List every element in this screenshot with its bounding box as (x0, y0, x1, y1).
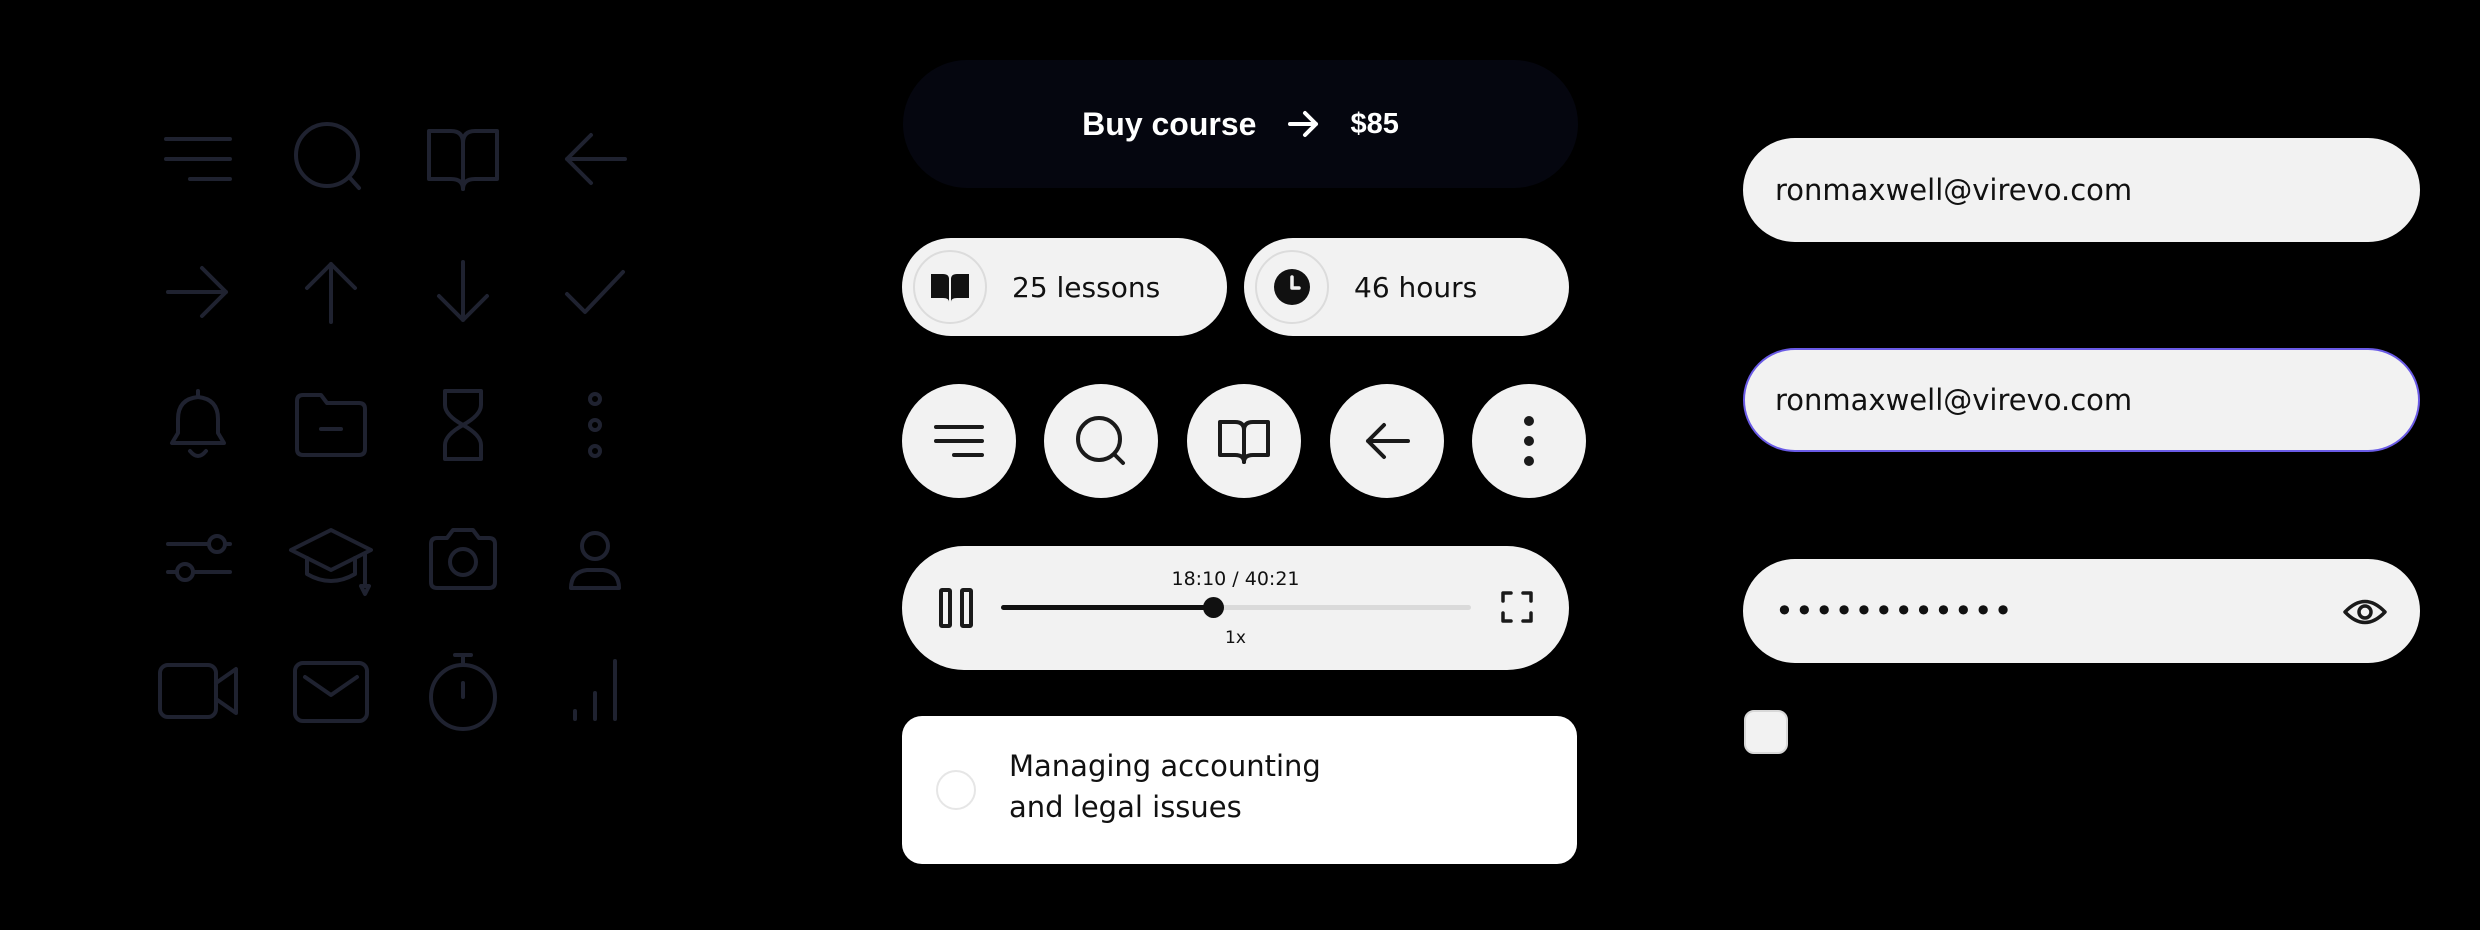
more-vertical-icon (553, 383, 637, 467)
graduation-cap-icon (289, 516, 373, 600)
email-field-focused (1743, 348, 2420, 452)
progress-fill (1001, 605, 1213, 610)
book-icon (1218, 420, 1270, 464)
task-title-line-2: and legal issues (1009, 790, 1242, 824)
book-icon-badge (913, 250, 987, 324)
more-button[interactable] (1472, 384, 1586, 498)
lessons-count-pill: 25 lessons (902, 238, 1227, 336)
hours-count: 46 hours (1354, 270, 1478, 304)
search-icon (1076, 416, 1125, 465)
menu-button[interactable] (902, 384, 1016, 498)
eye-icon (2343, 599, 2387, 625)
course-price: $85 (1350, 107, 1399, 140)
show-password-button[interactable] (2342, 591, 2388, 633)
menu-icon (934, 425, 984, 457)
arrow-right-icon (1288, 111, 1319, 137)
bell-icon (156, 383, 240, 467)
icon-grid (0, 0, 800, 930)
user-icon (553, 516, 637, 600)
menu-icon (156, 117, 240, 201)
buy-course-label: Buy course (1082, 105, 1257, 142)
password-field (1743, 559, 2420, 663)
book-icon (421, 117, 505, 201)
pause-icon (939, 588, 973, 628)
lessons-count: 25 lessons (1012, 270, 1161, 304)
book-button[interactable] (1187, 384, 1301, 498)
arrow-down-icon (421, 250, 505, 334)
playback-time: 18:10 / 40:21 (1171, 568, 1300, 590)
clock-icon (1274, 269, 1310, 305)
task-title-line-1: Managing accounting (1009, 749, 1321, 783)
password-input[interactable] (1775, 592, 2315, 630)
back-button[interactable] (1330, 384, 1444, 498)
search-icon (289, 117, 373, 201)
fullscreen-icon (1501, 591, 1533, 623)
email-field (1743, 138, 2420, 242)
playback-speed[interactable]: 1x (902, 628, 1569, 648)
arrow-right-icon (156, 250, 240, 334)
camera-icon (421, 516, 505, 600)
clock-icon-badge (1255, 250, 1329, 324)
video-icon (156, 649, 240, 733)
pause-button[interactable] (938, 587, 974, 629)
book-icon (931, 274, 969, 302)
stopwatch-icon (421, 649, 505, 733)
hourglass-icon (421, 383, 505, 467)
email-input[interactable] (1775, 173, 2315, 207)
task-radio[interactable] (936, 770, 976, 810)
mail-icon (289, 649, 373, 733)
search-button[interactable] (1044, 384, 1158, 498)
bar-chart-icon (553, 649, 637, 733)
progress-slider[interactable] (1001, 597, 1471, 618)
hours-count-pill: 46 hours (1244, 238, 1569, 336)
arrow-left-icon (1366, 423, 1410, 459)
folder-minus-icon (289, 383, 373, 467)
more-vertical-icon (1524, 416, 1534, 466)
checkbox[interactable] (1744, 710, 1788, 754)
sliders-icon (156, 516, 240, 600)
task-title: Managing accounting and legal issues (1009, 746, 1321, 828)
video-player-controls: 18:10 / 40:21 1x (902, 546, 1569, 670)
buy-course-button[interactable]: Buy course $85 (903, 60, 1578, 188)
check-icon (553, 250, 637, 334)
progress-thumb[interactable] (1202, 597, 1224, 618)
arrow-left-icon (553, 117, 637, 201)
fullscreen-button[interactable] (1500, 590, 1534, 624)
task-item[interactable]: Managing accounting and legal issues (902, 716, 1577, 864)
arrow-up-icon (289, 250, 373, 334)
email-input-focused[interactable] (1775, 383, 2315, 417)
